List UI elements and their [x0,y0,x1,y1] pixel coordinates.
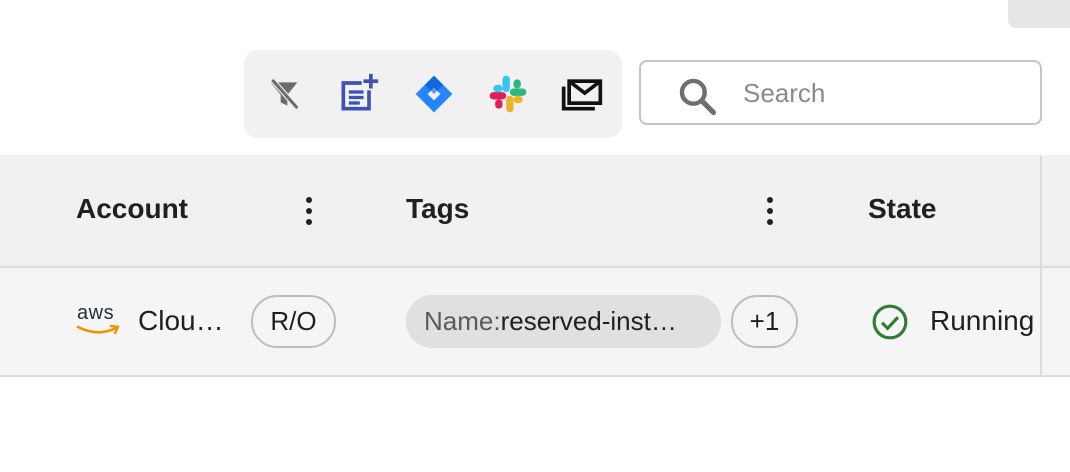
clear-filters-button[interactable] [262,72,306,116]
add-note-button[interactable] [336,72,380,116]
state-text: Running [930,305,1035,336]
table-header: Account Tags State [0,155,1070,268]
search-icon [679,78,717,116]
window-corner-tab [1008,0,1070,28]
account-column-menu-button[interactable] [299,191,319,231]
slack-button[interactable] [486,72,530,116]
search-input[interactable] [741,72,1025,114]
tag-value: reserved-inst… [500,306,677,336]
tag-chip[interactable]: Name: reserved-inst… [406,295,721,348]
note-add-icon [341,73,379,111]
check-circle-icon [872,304,908,340]
mail-stack-icon [561,79,603,111]
column-title-account: Account [76,193,188,224]
read-only-badge: R/O [251,295,336,348]
jira-icon [415,75,453,113]
aws-logo: aws [76,302,122,338]
column-title-tags: Tags [406,193,470,224]
slack-icon [489,75,527,113]
aws-smile-icon [76,324,120,335]
kebab-dot-icon [767,197,773,203]
column-divider [1040,155,1042,375]
account-name: Clou… [138,305,224,336]
tags-column-menu-button[interactable] [760,191,780,231]
filter-off-icon [270,78,300,110]
jira-button[interactable] [412,72,456,116]
search-box[interactable] [639,60,1042,125]
email-button[interactable] [560,72,604,116]
tag-key: Name: [424,306,501,336]
column-title-state: State [868,193,937,224]
table-row[interactable]: aws Clou… R/O Name: reserved-inst… +1 Ru… [0,268,1070,377]
integration-toolbar [244,50,622,138]
kebab-dot-icon [306,197,312,203]
more-tags-button[interactable]: +1 [731,295,798,348]
